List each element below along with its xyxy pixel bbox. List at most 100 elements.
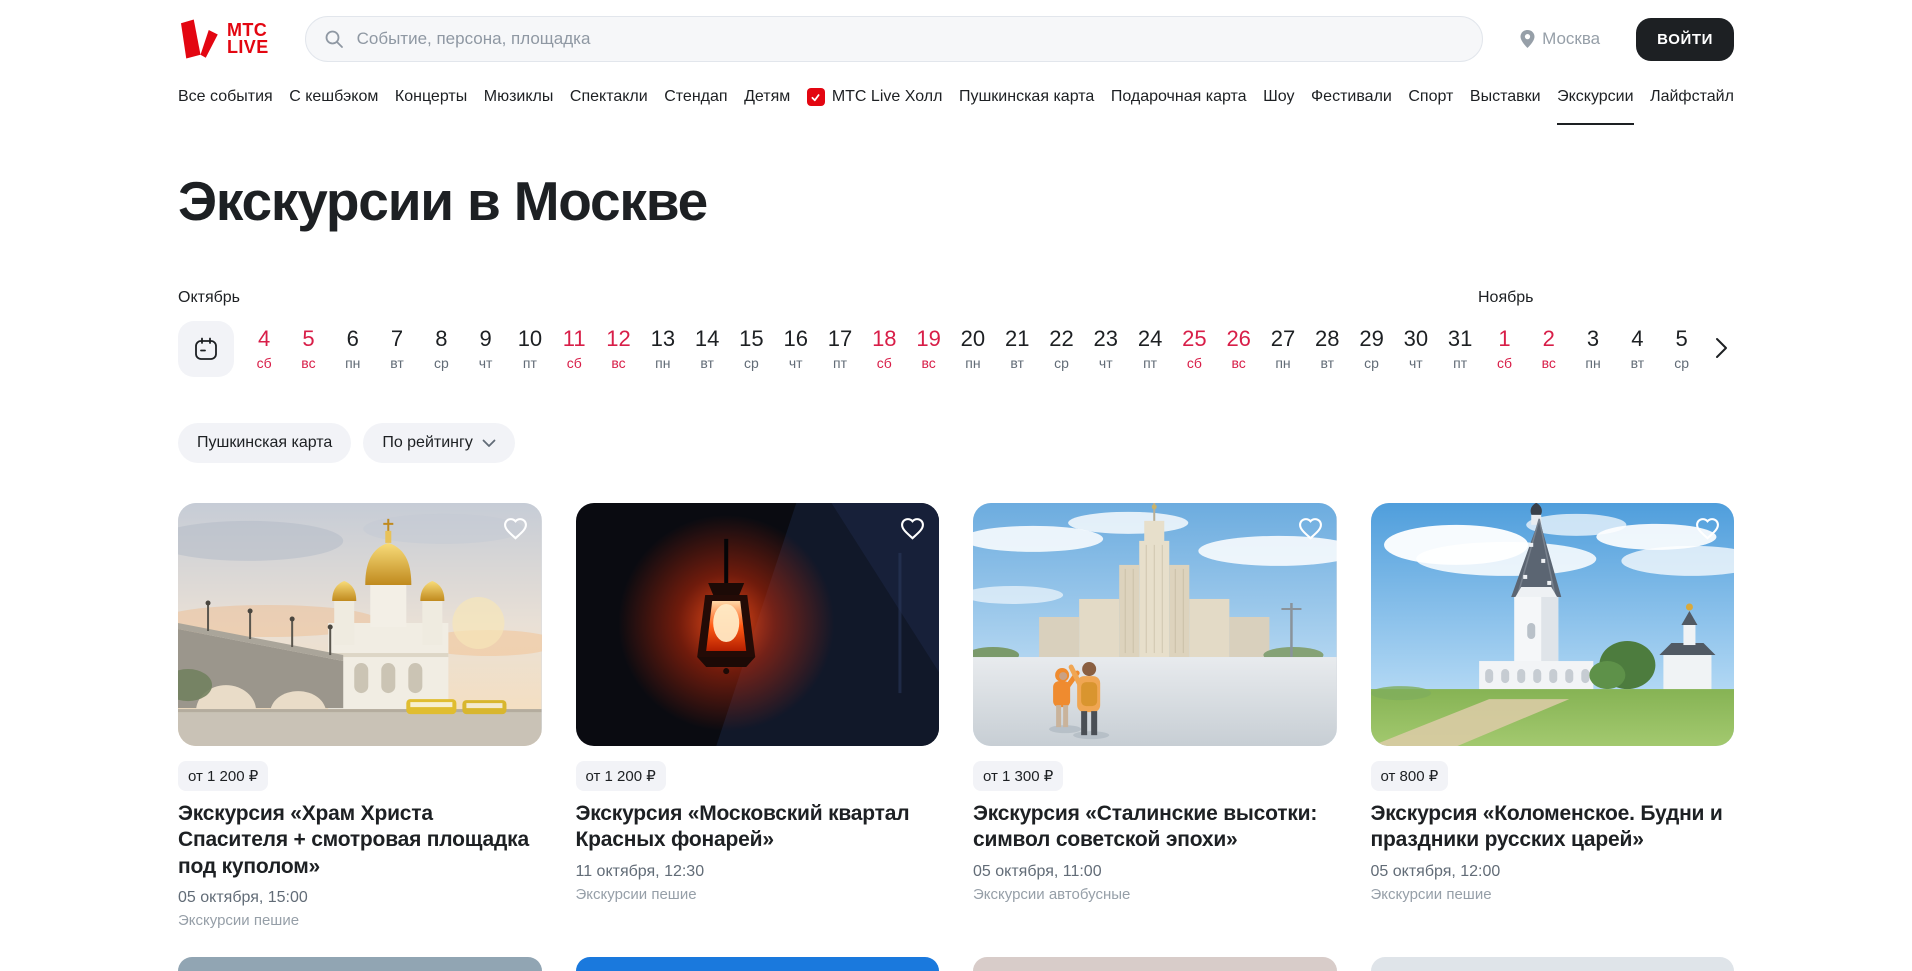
calendar-day[interactable]: 30 чт (1394, 327, 1438, 371)
calendar-day-number: 3 (1571, 327, 1615, 351)
event-card[interactable]: от 1 200 ₽ Экскурсия «Храм Христа Спасит… (178, 503, 542, 929)
filter-chip[interactable]: Пушкинская карта (178, 423, 351, 463)
calendar-day[interactable]: 4 вт (1615, 327, 1659, 371)
city-selector[interactable]: Москва (1519, 29, 1600, 49)
nav-item-мтс-live-холл[interactable]: МТС Live Холл (807, 88, 943, 125)
calendar-day-weekday: пн (951, 355, 995, 371)
calendar-day[interactable]: 23 чт (1084, 327, 1128, 371)
nav-item-спорт[interactable]: Спорт (1408, 88, 1453, 125)
calendar-day-number: 22 (1039, 327, 1083, 351)
nav-item-с-кешбэком[interactable]: С кешбэком (289, 88, 378, 125)
calendar-day-number: 21 (995, 327, 1039, 351)
calendar-day-number: 5 (286, 327, 330, 351)
gray-sky-card-top[interactable] (178, 957, 542, 971)
calendar-day[interactable]: 14 вт (685, 327, 729, 371)
nav-item-мюзиклы[interactable]: Мюзиклы (484, 88, 554, 125)
calendar-day[interactable]: 10 пт (508, 327, 552, 371)
nav-item-фестивали[interactable]: Фестивали (1311, 88, 1392, 125)
price-badge: от 1 300 ₽ (973, 761, 1063, 791)
event-title: Экскурсия «Московский квартал Красных фо… (576, 801, 940, 854)
calendar-day[interactable]: 4 сб (242, 327, 286, 371)
nav-item-label: Фестивали (1311, 88, 1392, 106)
event-image-cathedral (178, 503, 542, 746)
calendar-day[interactable]: 18 сб (862, 327, 906, 371)
calendar-day-weekday: вс (906, 355, 950, 371)
calendar-day[interactable]: 26 вс (1217, 327, 1261, 371)
event-date: 05 октября, 12:00 (1371, 863, 1735, 881)
calendar-day[interactable]: 29 ср (1349, 327, 1393, 371)
event-category: Экскурсии пешие (576, 886, 940, 903)
calendar-day[interactable]: 2 вс (1527, 327, 1571, 371)
nav-item-концерты[interactable]: Концерты (395, 88, 467, 125)
chevron-down-icon (482, 439, 496, 448)
nav-item-label: МТС Live Холл (832, 88, 943, 106)
calendar-day[interactable]: 9 чт (463, 327, 507, 371)
calendar-day-number: 5 (1660, 327, 1704, 351)
nav-item-выставки[interactable]: Выставки (1470, 88, 1541, 125)
calendar-day-weekday: вт (1615, 355, 1659, 371)
event-card[interactable]: от 800 ₽ Экскурсия «Коломенское. Будни и… (1371, 503, 1735, 929)
nav-item-лайфстайл[interactable]: Лайфстайл (1650, 88, 1734, 125)
nav-item-подарочная-карта[interactable]: Подарочная карта (1111, 88, 1247, 125)
calendar-day[interactable]: 21 вт (995, 327, 1039, 371)
search-input[interactable] (355, 28, 1464, 50)
calendar-day[interactable]: 22 ср (1039, 327, 1083, 371)
filter-chip[interactable]: По рейтингу (363, 423, 515, 463)
favorite-button[interactable] (1693, 515, 1722, 545)
calendar-day-number: 26 (1217, 327, 1261, 351)
calendar-day[interactable]: 19 вс (906, 327, 950, 371)
search-bar[interactable] (305, 16, 1483, 62)
calendar-day[interactable]: 16 чт (774, 327, 818, 371)
calendar-day[interactable]: 25 сб (1172, 327, 1216, 371)
mts-live-hall-badge-icon (807, 88, 825, 106)
pale-facade-card-top[interactable] (973, 957, 1337, 971)
calendar-day[interactable]: 27 пн (1261, 327, 1305, 371)
calendar-next-button[interactable] (1704, 329, 1738, 370)
kolomenskoye-church-photo (1371, 503, 1735, 746)
calendar-day[interactable]: 15 ср (729, 327, 773, 371)
calendar-day[interactable]: 12 вс (596, 327, 640, 371)
calendar-day-weekday: ср (1039, 355, 1083, 371)
heart-icon (1695, 517, 1720, 540)
login-button[interactable]: ВОЙТИ (1636, 18, 1734, 61)
calendar-day-weekday: вт (995, 355, 1039, 371)
blue-sky-card-top[interactable] (576, 957, 940, 971)
calendar-day-weekday: пн (1261, 355, 1305, 371)
calendar-day[interactable]: 24 пт (1128, 327, 1172, 371)
nav-item-детям[interactable]: Детям (744, 88, 790, 125)
favorite-button[interactable] (501, 515, 530, 545)
calendar-day[interactable]: 3 пн (1571, 327, 1615, 371)
calendar-day[interactable]: 17 пт (818, 327, 862, 371)
event-card[interactable]: от 1 300 ₽ Экскурсия «Сталинские высотки… (973, 503, 1337, 929)
nav-item-все-события[interactable]: Все события (178, 88, 273, 125)
calendar-picker-button[interactable] (178, 321, 234, 377)
calendar-day-number: 18 (862, 327, 906, 351)
calendar-day[interactable]: 20 пн (951, 327, 995, 371)
calendar-day[interactable]: 5 ср (1660, 327, 1704, 371)
calendar-day-weekday: ср (419, 355, 463, 371)
light-building-card-top[interactable] (1371, 957, 1735, 971)
calendar-day[interactable]: 13 пн (641, 327, 685, 371)
calendar-day[interactable]: 1 сб (1482, 327, 1526, 371)
calendar-day[interactable]: 8 ср (419, 327, 463, 371)
nav-item-стендап[interactable]: Стендап (664, 88, 727, 125)
price-badge: от 1 200 ₽ (576, 761, 666, 791)
mts-live-logo[interactable]: МТС LIVE (178, 17, 269, 61)
calendar-day[interactable]: 31 пт (1438, 327, 1482, 371)
nav-item-шоу[interactable]: Шоу (1263, 88, 1294, 125)
nav-item-пушкинская-карта[interactable]: Пушкинская карта (959, 88, 1094, 125)
calendar-day[interactable]: 11 сб (552, 327, 596, 371)
nav-item-экскурсии[interactable]: Экскурсии (1557, 88, 1633, 125)
calendar-day-number: 6 (331, 327, 375, 351)
calendar-day[interactable]: 6 пн (331, 327, 375, 371)
calendar-day[interactable]: 7 вт (375, 327, 419, 371)
calendar-day[interactable]: 5 вс (286, 327, 330, 371)
calendar-day-weekday: ср (1660, 355, 1704, 371)
search-icon (324, 29, 344, 49)
favorite-button[interactable] (1296, 515, 1325, 545)
nav-item-спектакли[interactable]: Спектакли (570, 88, 648, 125)
event-card[interactable]: от 1 200 ₽ Экскурсия «Московский квартал… (576, 503, 940, 929)
favorite-button[interactable] (898, 515, 927, 545)
nav-item-label: Стендап (664, 88, 727, 106)
calendar-day[interactable]: 28 вт (1305, 327, 1349, 371)
